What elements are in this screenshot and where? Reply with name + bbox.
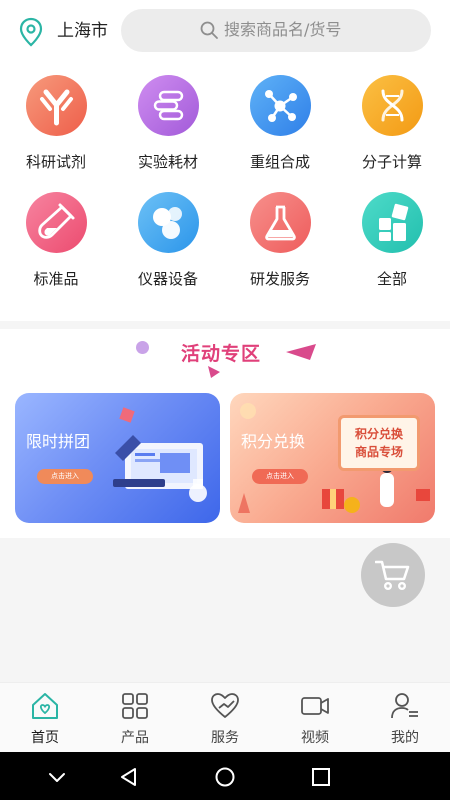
grid-icon [122, 693, 148, 719]
flask-icon [250, 192, 311, 253]
instrument-icon [138, 192, 199, 253]
recents-icon[interactable] [310, 766, 332, 788]
group-buy-enter-button[interactable]: 点击进入 [37, 469, 93, 484]
category-instruments[interactable]: 仪器设备 [112, 181, 224, 301]
category-label: 仪器设备 [137, 270, 198, 288]
tab-services[interactable]: 服务 [180, 683, 270, 753]
dna-icon [362, 75, 423, 136]
location-pin-icon[interactable] [18, 17, 44, 47]
category-molecular[interactable]: 分子计算 [336, 64, 448, 184]
search-icon [200, 21, 218, 39]
tab-label: 首页 [31, 730, 59, 746]
decoration-triangle [286, 344, 316, 360]
activity-title: 活动专区 [181, 343, 262, 365]
video-icon [301, 697, 329, 715]
home-icon [32, 693, 58, 719]
category-label: 全部 [376, 270, 407, 288]
category-label: 科研试剂 [25, 153, 86, 171]
header: 上海市 搜索商品名/货号 [0, 0, 450, 64]
tab-label: 我的 [391, 730, 419, 746]
board-line-1: 积分兑换 [354, 427, 403, 441]
chevron-down-icon[interactable] [46, 766, 68, 788]
home-circle-icon[interactable] [214, 766, 236, 788]
cart-floating-button[interactable] [361, 543, 425, 607]
board-line-2: 商品专场 [354, 445, 403, 459]
consumables-icon [138, 75, 199, 136]
category-label: 重组合成 [249, 153, 310, 171]
category-label: 研发服务 [249, 270, 310, 288]
points-exchange-enter-button[interactable]: 点击进入 [252, 469, 308, 484]
category-recombinant[interactable]: 重组合成 [224, 64, 336, 184]
tab-video[interactable]: 视频 [270, 683, 360, 753]
tab-label: 服务 [211, 730, 239, 746]
points-exchange-title: 积分兑换 [241, 432, 306, 451]
category-label: 分子计算 [361, 153, 422, 171]
city-selector[interactable]: 上海市 [57, 19, 108, 43]
tab-label: 视频 [301, 730, 329, 746]
tab-products[interactable]: 产品 [90, 683, 180, 753]
molecule-icon [250, 75, 311, 136]
category-rd-services[interactable]: 研发服务 [224, 181, 336, 301]
category-label: 实验耗材 [137, 153, 198, 171]
tab-profile[interactable]: 我的 [360, 683, 450, 753]
bottom-tab-bar: 首页 产品 服务 视频 我的 [0, 682, 450, 752]
user-icon [391, 693, 418, 719]
tab-home[interactable]: 首页 [0, 683, 90, 753]
category-all[interactable]: 全部 [336, 181, 448, 301]
decoration-triangle [208, 366, 220, 378]
category-reagents[interactable]: 科研试剂 [0, 64, 112, 184]
shopping-cart-icon [375, 560, 410, 591]
category-grid: 科研试剂 实验耗材 重组合成 分子计算 标准品 仪器设备 研发服务 全部 [0, 64, 450, 321]
tab-label: 产品 [121, 730, 149, 746]
points-exchange-banner[interactable]: 积分兑换 点击进入 积分兑换 商品专场 [230, 393, 435, 523]
microscope-illustration [113, 407, 207, 502]
points-board-sign: 积分兑换 商品专场 [338, 415, 420, 471]
group-buy-banner[interactable]: 限时拼团 点击进入 [15, 393, 220, 523]
group-buy-title: 限时拼团 [26, 432, 91, 451]
antibody-icon [26, 75, 87, 136]
decoration-dot [136, 341, 149, 354]
activity-section: 活动专区 限时拼团 点击进入 积分兑换 点击进入 积分兑换 商品专场 [0, 329, 450, 538]
system-nav-bar [0, 752, 450, 800]
grid-all-icon [362, 192, 423, 253]
app-root: 上海市 搜索商品名/货号 科研试剂 实验耗材 重组合成 分子计算 标准品 仪器设… [0, 0, 450, 800]
back-icon[interactable] [118, 766, 140, 788]
heart-hand-icon [211, 693, 239, 718]
test-tube-icon [26, 192, 87, 253]
category-label: 标准品 [33, 270, 79, 288]
category-consumables[interactable]: 实验耗材 [112, 64, 224, 184]
category-standards[interactable]: 标准品 [0, 181, 112, 301]
search-placeholder: 搜索商品名/货号 [224, 20, 342, 39]
